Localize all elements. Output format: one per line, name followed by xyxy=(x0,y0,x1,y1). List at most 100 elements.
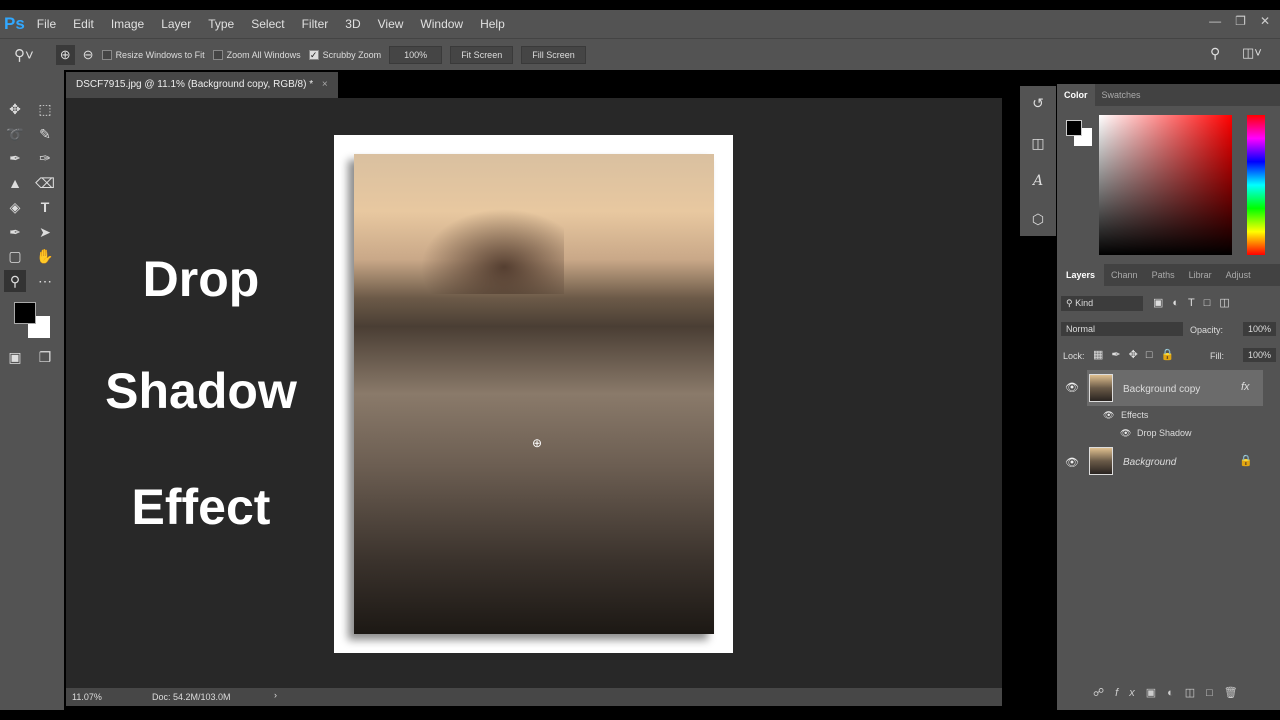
layer-filter-icons[interactable]: ▣◐T□◫ xyxy=(1153,296,1239,309)
menu-filter[interactable]: Filter xyxy=(302,17,329,31)
visibility-eye-icon[interactable]: 👁 xyxy=(1065,456,1079,469)
layers-footer-icons[interactable]: ☍fx▣◐◫□🗑 xyxy=(1093,686,1249,699)
zoom-100-button[interactable]: 100% xyxy=(389,45,443,64)
right-panels: Color Swatches Layers Chann Paths Librar… xyxy=(1057,84,1280,710)
zoom-tool-preset-icon[interactable]: ⚲˅ xyxy=(14,46,34,64)
character-icon[interactable]: A xyxy=(1027,170,1049,192)
overlay-text-effect: Effect xyxy=(131,479,271,535)
fit-screen-button[interactable]: Fit Screen xyxy=(450,45,514,64)
quick-mask-icon[interactable]: ▣ xyxy=(4,346,26,368)
tab-channels[interactable]: Chann xyxy=(1104,264,1145,286)
lasso-tool-icon[interactable]: ➰ xyxy=(4,123,26,145)
panel-dock: ↺ ◫ A ⬡ xyxy=(1020,86,1056,236)
tab-libraries[interactable]: Librar xyxy=(1182,264,1219,286)
pen-tool-icon[interactable]: ✒ xyxy=(4,221,26,243)
menu-edit[interactable]: Edit xyxy=(73,17,94,31)
excavator-silhouette xyxy=(414,204,564,294)
zoom-tool-icon[interactable]: ⚲ xyxy=(4,270,26,292)
brush-tool-icon[interactable]: ✑ xyxy=(34,147,56,169)
background-color-swatch[interactable] xyxy=(14,302,36,324)
properties-icon[interactable]: ◫ xyxy=(1027,132,1049,154)
menu-image[interactable]: Image xyxy=(111,17,144,31)
eyedropper-icon[interactable]: ✒ xyxy=(4,147,26,169)
layer-thumbnail xyxy=(1089,447,1113,475)
more-tools-icon[interactable]: ⋯ xyxy=(34,270,56,292)
screen-mode-icon[interactable]: ❐ xyxy=(34,346,56,368)
resize-windows-checkbox[interactable]: Resize Windows to Fit xyxy=(101,49,205,60)
fill-field[interactable]: 100% xyxy=(1243,348,1277,362)
zoom-level[interactable]: 11.07% xyxy=(72,692,102,702)
lock-icons[interactable]: ▦✒✥□🔒 xyxy=(1093,348,1182,361)
menu-help[interactable]: Help xyxy=(480,17,505,31)
zoom-all-windows-checkbox[interactable]: Zoom All Windows xyxy=(212,49,301,60)
quick-select-icon[interactable]: ✎ xyxy=(34,123,56,145)
rectangle-tool-icon[interactable]: ▢ xyxy=(4,245,26,267)
menu-view[interactable]: View xyxy=(378,17,404,31)
visibility-eye-icon[interactable]: 👁 xyxy=(1065,381,1079,394)
drop-shadow-effect[interactable]: Drop Shadow xyxy=(1137,428,1192,438)
layer-name[interactable]: Background copy xyxy=(1123,384,1200,395)
scrubby-zoom-checkbox[interactable]: ✓ Scrubby Zoom xyxy=(308,49,381,60)
lock-label: Lock: xyxy=(1063,351,1085,361)
overlay-text-drop: Drop xyxy=(142,251,260,307)
overlay-text-shadow: Shadow xyxy=(105,363,297,419)
lock-icon: 🔒 xyxy=(1239,455,1253,467)
photoshop-logo: Ps xyxy=(4,14,25,33)
status-arrow-icon[interactable]: › xyxy=(274,690,277,700)
effects-eye-icon[interactable]: 👁 xyxy=(1103,410,1114,421)
layer-name[interactable]: Background xyxy=(1123,457,1176,468)
color-field[interactable] xyxy=(1099,115,1232,255)
path-select-icon[interactable]: ➤ xyxy=(34,221,56,243)
3d-icon[interactable]: ⬡ xyxy=(1027,208,1049,230)
doc-size: Doc: 54.2M/103.0M xyxy=(152,692,231,702)
tools-panel: ✥ ⬚ ➰ ✎ ✒ ✑ ▲ ⌫ ◈ T ✒ ➤ ▢ ✋ ⚲ ⋯ ▣ ❐ xyxy=(0,70,64,710)
zoom-out-icon[interactable]: ⊖ xyxy=(83,47,94,63)
stamp-tool-icon[interactable]: ▲ xyxy=(4,172,26,194)
opacity-label: Opacity: xyxy=(1190,325,1224,335)
zoom-cursor-icon: ⊕ xyxy=(532,436,543,450)
status-bar: 11.07% Doc: 54.2M/103.0M › xyxy=(66,688,1002,706)
close-tab-icon[interactable]: × xyxy=(322,79,328,90)
window-controls: — ❐ ✕ xyxy=(1209,14,1270,28)
fx-icon[interactable]: fx xyxy=(1241,381,1250,393)
document-tab[interactable]: DSCF7915.jpg @ 11.1% (Background copy, R… xyxy=(66,72,338,98)
fill-screen-button[interactable]: Fill Screen xyxy=(521,45,586,64)
tab-color[interactable]: Color xyxy=(1057,84,1095,106)
menu-bar: Ps File Edit Image Layer Type Select Fil… xyxy=(0,10,1280,38)
menu-layer[interactable]: Layer xyxy=(161,17,191,31)
restore-icon[interactable]: ❐ xyxy=(1235,14,1246,28)
tab-layers[interactable]: Layers xyxy=(1057,264,1105,286)
eraser-tool-icon[interactable]: ⌫ xyxy=(34,172,56,194)
marquee-tool-icon[interactable]: ⬚ xyxy=(34,98,56,120)
effects-label: Effects xyxy=(1121,410,1149,420)
photo-layer: ⊕ xyxy=(354,154,714,634)
close-icon[interactable]: ✕ xyxy=(1260,14,1270,28)
opacity-field[interactable]: 100% xyxy=(1243,322,1277,336)
zoom-in-icon[interactable]: ⊕ xyxy=(55,44,75,65)
workspace-icon[interactable]: ◫˅ xyxy=(1242,45,1262,61)
blend-mode-select[interactable]: Normal xyxy=(1061,322,1183,336)
search-icon[interactable]: ⚲ xyxy=(1210,45,1220,62)
type-tool-icon[interactable]: T xyxy=(34,196,56,218)
hand-tool-icon[interactable]: ✋ xyxy=(34,245,56,267)
layers-panel-tabs: Layers Chann Paths Librar Adjust xyxy=(1057,264,1280,286)
tab-swatches[interactable]: Swatches xyxy=(1095,84,1148,106)
drop-shadow-eye-icon[interactable]: 👁 xyxy=(1120,428,1131,439)
fill-label: Fill: xyxy=(1210,351,1224,361)
hue-slider[interactable] xyxy=(1247,115,1265,255)
move-tool-icon[interactable]: ✥ xyxy=(4,98,26,120)
tab-adjustments[interactable]: Adjust xyxy=(1219,264,1258,286)
menu-window[interactable]: Window xyxy=(420,17,463,31)
minimize-icon[interactable]: — xyxy=(1209,14,1221,28)
color-panel-fg[interactable] xyxy=(1066,120,1082,136)
paint-bucket-icon[interactable]: ◈ xyxy=(4,196,26,218)
history-icon[interactable]: ↺ xyxy=(1027,92,1049,114)
menu-3d[interactable]: 3D xyxy=(345,17,360,31)
menu-select[interactable]: Select xyxy=(251,17,284,31)
menu-file[interactable]: File xyxy=(37,17,56,31)
tab-paths[interactable]: Paths xyxy=(1145,264,1182,286)
options-bar: ⚲˅ ⊕ ⊖ Resize Windows to Fit Zoom All Wi… xyxy=(0,38,1280,70)
menu-type[interactable]: Type xyxy=(208,17,234,31)
layer-thumbnail xyxy=(1089,374,1113,402)
layer-filter-select[interactable]: ⚲ Kind xyxy=(1061,296,1143,311)
